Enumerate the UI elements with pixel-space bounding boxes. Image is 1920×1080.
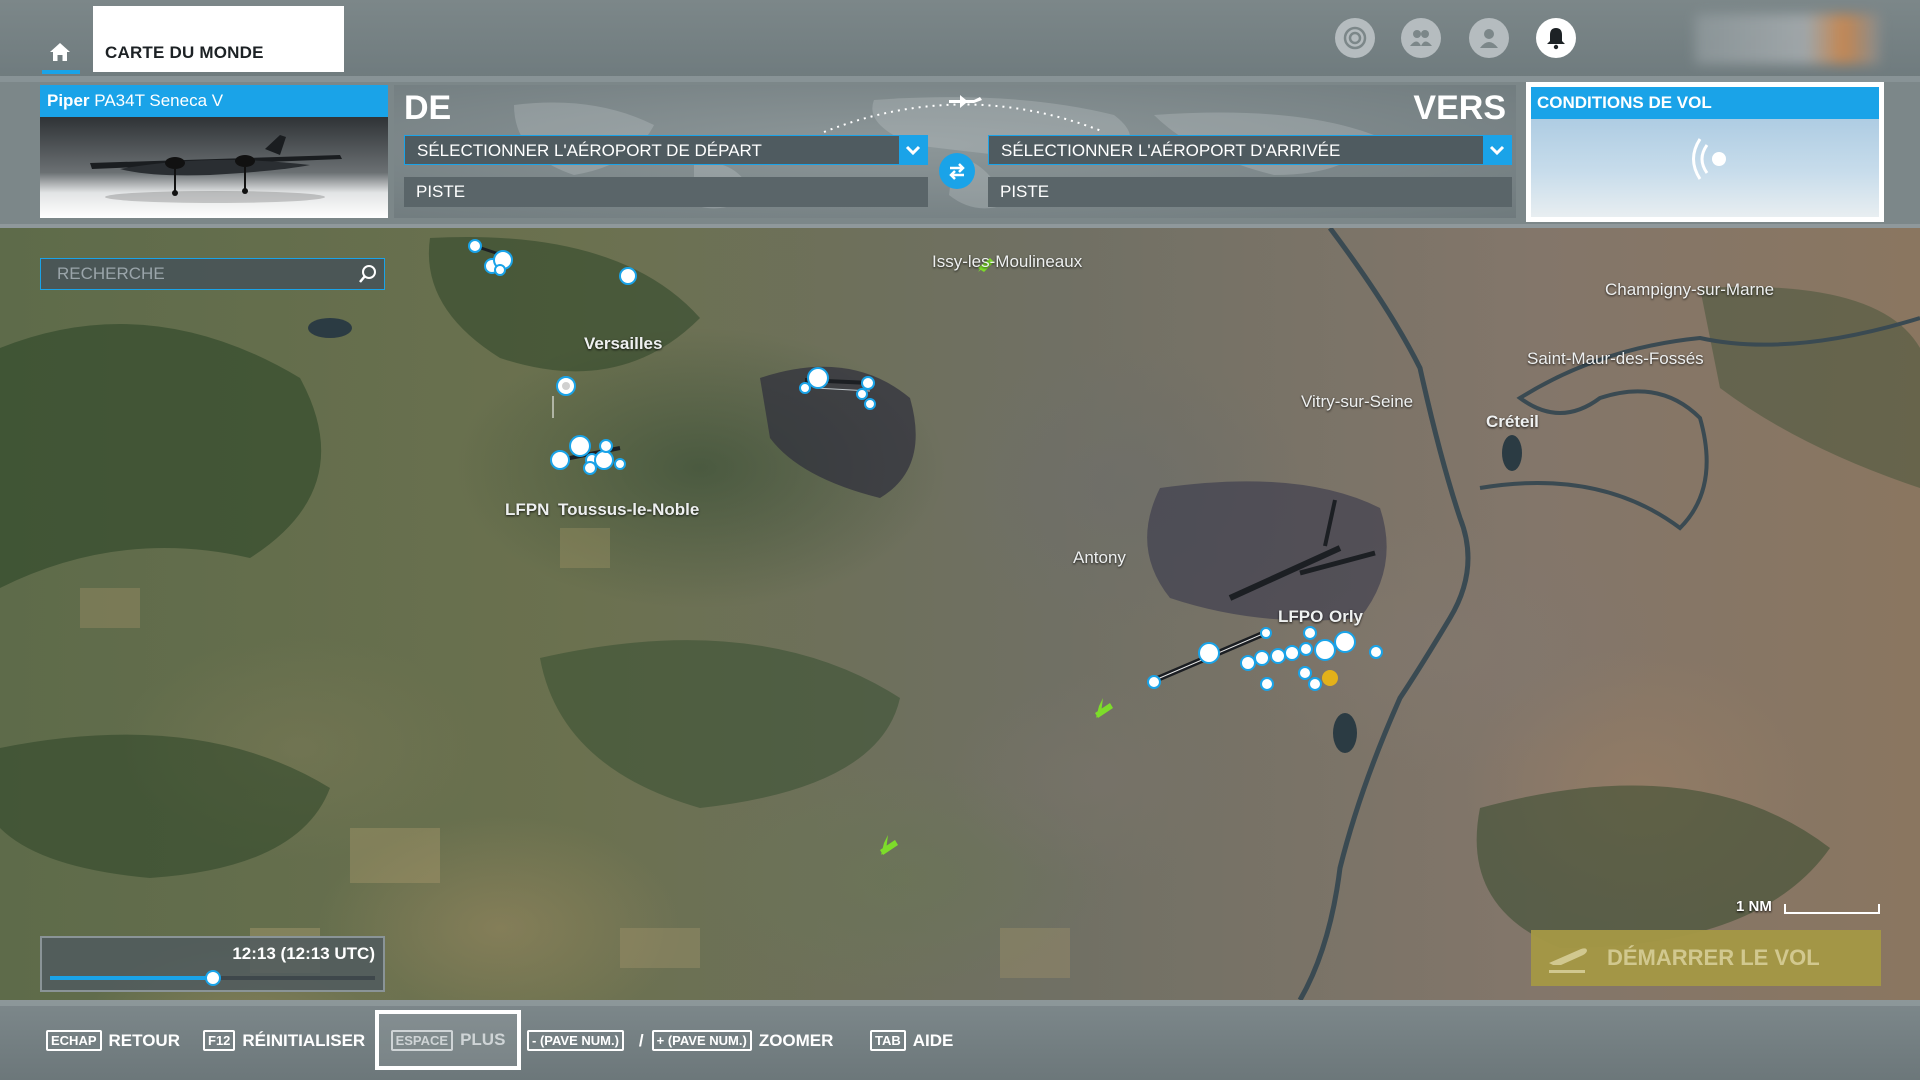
from-label: DE <box>404 89 452 127</box>
search-placeholder: RECHERCHE <box>57 264 165 283</box>
takeoff-icon <box>1549 948 1587 973</box>
to-label: VERS <box>1413 89 1506 127</box>
departure-airport-select[interactable]: SÉLECTIONNER L'AÉROPORT DE DÉPART <box>404 135 928 165</box>
key-numpad-minus: - (PAVE NUM.) <box>527 1030 624 1051</box>
notifications-icon[interactable] <box>1536 18 1576 58</box>
swap-icon <box>949 163 965 180</box>
achievements-icon[interactable] <box>1335 18 1375 58</box>
map-label-lfpo[interactable]: LFPO <box>1278 607 1323 627</box>
flight-conditions-title: CONDITIONS DE VOL <box>1531 87 1879 119</box>
hint-slash: / <box>638 1030 644 1050</box>
route-arc-icon <box>823 95 1105 133</box>
aircraft-model: PA34T Seneca V <box>94 91 224 110</box>
swap-airports-button[interactable] <box>939 153 975 189</box>
map-label-vitry: Vitry-sur-Seine <box>1301 392 1414 411</box>
time-display: 12:13 (12:13 UTC) <box>232 944 375 963</box>
aircraft-title: Piper PA34T Seneca V <box>40 85 388 117</box>
map-scale-bar <box>1784 904 1880 914</box>
multiplayer-icon[interactable] <box>1401 18 1441 58</box>
footer-hints: ECHAP RETOUR F12 RÉINITIALISER ESPACE PL… <box>0 1000 1920 1080</box>
key-f12: F12 <box>203 1030 236 1051</box>
arrival-airport-label: SÉLECTIONNER L'AÉROPORT D'ARRIVÉE <box>1001 141 1341 160</box>
home-icon[interactable] <box>40 32 80 72</box>
flight-setup-panel: Piper PA34T Seneca V DE VERS SÉLECTIONNE… <box>0 82 1920 224</box>
key-numpad-plus: + (PAVE NUM.) <box>651 1030 752 1051</box>
map-label-antony: Antony <box>1073 548 1126 567</box>
hint-more-label: PLUS <box>460 1030 506 1049</box>
profile-name-blurred[interactable] <box>1695 14 1880 64</box>
divider <box>0 1000 1920 1006</box>
key-tab: TAB <box>870 1030 906 1051</box>
airport-markers[interactable] <box>0 228 1920 1000</box>
aircraft-image <box>40 117 388 218</box>
aircraft-card[interactable]: Piper PA34T Seneca V <box>40 85 388 218</box>
hint-more[interactable]: ESPACE PLUS <box>375 1010 521 1070</box>
flight-conditions-card[interactable]: CONDITIONS DE VOL <box>1526 82 1884 222</box>
profile-icon[interactable] <box>1469 18 1509 58</box>
map-label-versailles: Versailles <box>584 334 663 353</box>
map-search-input[interactable]: RECHERCHE <box>40 258 385 290</box>
live-weather-icon <box>1692 138 1726 180</box>
time-slider-track[interactable] <box>50 970 375 986</box>
time-slider-handle[interactable] <box>204 970 221 986</box>
map-label-issy: Issy-les-Moulineaux <box>932 252 1083 271</box>
hint-help[interactable]: TAB AIDE <box>870 1030 953 1051</box>
map-label-lfpn[interactable]: LFPN <box>505 500 549 520</box>
map-label-champigny: Champigny-sur-Marne <box>1605 280 1775 299</box>
aircraft-make: Piper <box>47 91 90 110</box>
hint-reset-label: RÉINITIALISER <box>242 1030 366 1050</box>
hint-reset[interactable]: F12 RÉINITIALISER <box>203 1030 365 1051</box>
home-active-indicator <box>42 70 80 74</box>
departure-airport-label: SÉLECTIONNER L'AÉROPORT DE DÉPART <box>417 141 762 160</box>
arrival-airport-select[interactable]: SÉLECTIONNER L'AÉROPORT D'ARRIVÉE <box>988 135 1512 165</box>
hint-back[interactable]: ECHAP RETOUR <box>46 1030 180 1051</box>
chevron-down-icon[interactable] <box>899 136 927 164</box>
key-esc: ECHAP <box>46 1030 102 1051</box>
star-icon <box>1322 670 1338 686</box>
hint-back-label: RETOUR <box>108 1030 180 1050</box>
route-panel: DE VERS SÉLECTIONNER L'AÉROPORT DE DÉPAR… <box>394 85 1516 218</box>
arrival-runway-select[interactable]: PISTE <box>988 177 1512 207</box>
map-label-creteil: Créteil <box>1486 412 1539 431</box>
tab-world-map[interactable]: CARTE DU MONDE <box>93 6 344 72</box>
start-flight-button[interactable]: DÉMARRER LE VOL <box>1531 930 1881 986</box>
map-label-saint-maur: Saint-Maur-des-Fossés <box>1527 349 1704 368</box>
departure-runway-select[interactable]: PISTE <box>404 177 928 207</box>
map-label-orly[interactable]: Orly <box>1329 607 1363 627</box>
key-space: ESPACE <box>390 1029 454 1051</box>
top-bar: CARTE DU MONDE <box>0 0 1920 78</box>
hint-zoom-label: ZOOMER <box>758 1030 834 1050</box>
world-map[interactable]: RECHERCHE Issy-les-Moulineaux Champigny-… <box>0 228 1920 1000</box>
map-scale-label: 1 NM <box>1736 898 1772 915</box>
hint-help-label: AIDE <box>912 1030 954 1050</box>
search-icon[interactable] <box>356 262 380 286</box>
chevron-down-icon[interactable] <box>1483 136 1511 164</box>
time-slider-fill <box>50 976 213 980</box>
map-label-toussus[interactable]: Toussus-le-Noble <box>558 500 699 520</box>
hint-zoom[interactable]: - (PAVE NUM.) / + (PAVE NUM.) ZOOMER <box>527 1030 833 1051</box>
start-flight-label: DÉMARRER LE VOL <box>1607 945 1820 970</box>
time-slider-panel[interactable]: 12:13 (12:13 UTC) <box>40 936 385 992</box>
